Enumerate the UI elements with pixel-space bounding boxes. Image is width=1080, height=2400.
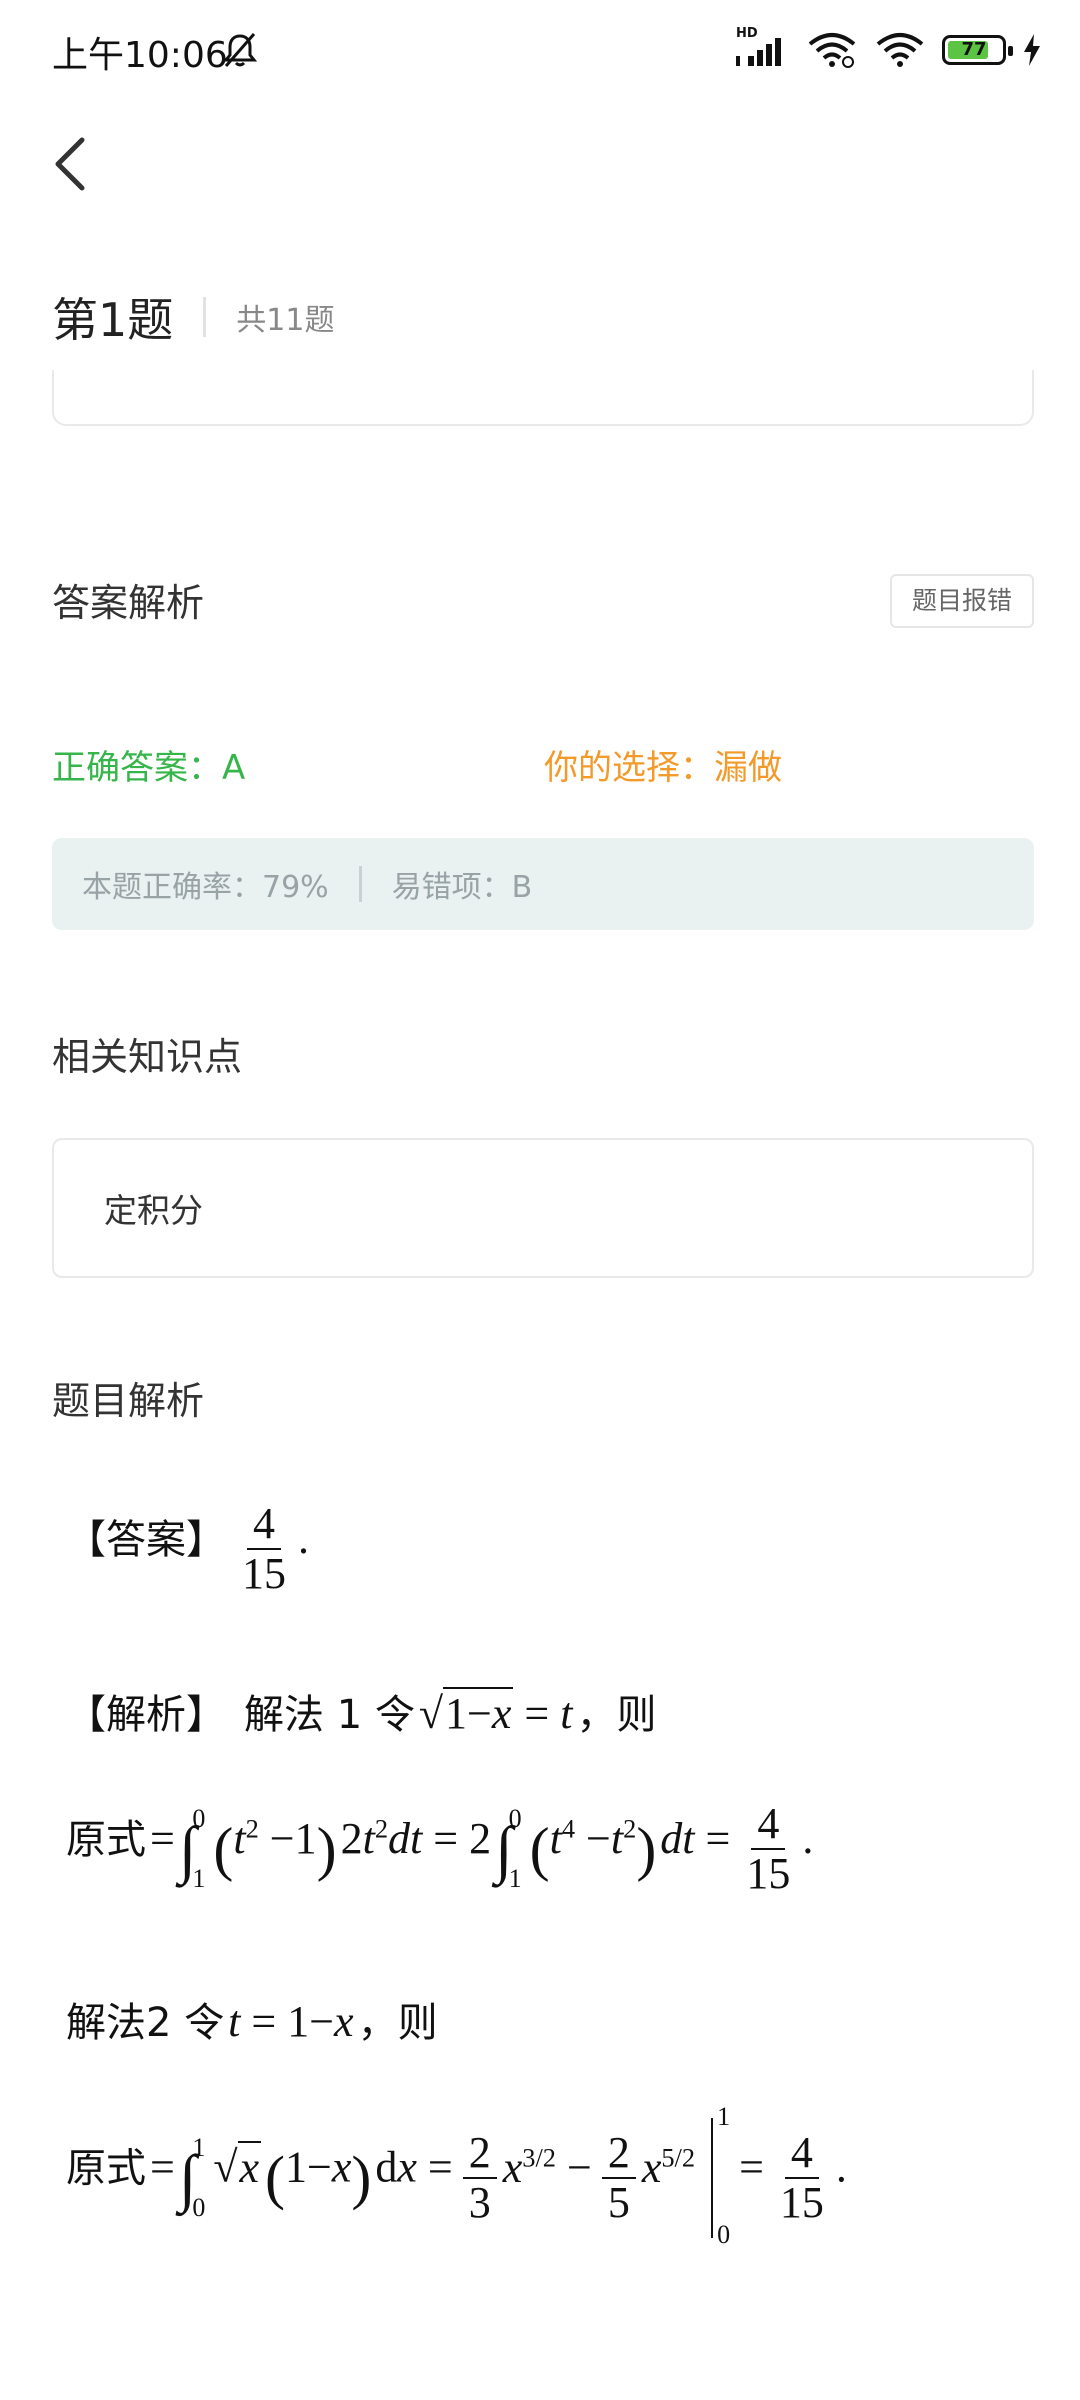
formula-method1: 原式 = ∫ 0 1 (t2 −1) 2t2dt = 2 ∫ 0 1 (t4 −t2) … [66,1799,814,1899]
yuanshi-label-1: 原式 [66,1817,146,1864]
stats-divider [358,866,362,902]
bell-muted-icon [222,33,258,67]
question-card [52,370,1034,426]
cell-signal-icon: HD [736,26,788,70]
method1-text: 解法 1 令 [244,1692,415,1738]
status-icons: HD 77 [736,26,1040,72]
answer-line: 【答案】 4 15 . [66,1499,309,1599]
header-divider [203,297,207,337]
your-choice: 你的选择：漏做 [544,748,782,788]
stats-box: 本题正确率：79% 易错项：B [52,838,1034,930]
status-bar: 上午10:06 HD 77 [0,0,1080,100]
question-analysis-title: 题目解析 [52,1379,205,1423]
answer-label: 【答案】 [66,1517,226,1564]
then-text: ，则 [576,1692,657,1738]
yuanshi-label-2: 原式 [66,2145,146,2192]
knowledge-title: 相关知识点 [52,1035,243,1079]
battery-level: 77 [961,39,987,60]
knowledge-item[interactable]: 定积分 [52,1138,1034,1278]
accuracy-rate: 本题正确率：79% [82,870,329,905]
then-text-2: ，则 [357,2000,438,2046]
method2-line: 解法2 令 t = 1−x ，则 [66,1997,438,2046]
common-error: 易错项：B [391,870,533,905]
formula-method2: 原式 = ∫ 1 0 √x (1−x) dx = 2 3 x3/2 − 2 5 x5/2 1… [66,2102,847,2249]
report-error-button[interactable]: 题目报错 [890,574,1034,628]
back-arrow-icon[interactable] [52,134,92,194]
question-total: 共11题 [236,303,335,338]
correct-answer: 正确答案：A [52,748,246,788]
status-time: 上午10:06 [52,35,228,76]
answer-analysis-title: 答案解析 [52,581,205,625]
answer-fraction: 4 15 [242,1499,286,1599]
method1-line: 【解析】 解法 1 令 √1−x = t ，则 [66,1687,657,1738]
question-title: 第1题 [52,293,174,347]
method2-text: 解法2 令 [66,2000,225,2046]
question-header: 第1题 共11题 [52,284,334,350]
battery-icon: 77 [942,35,1013,65]
wifi-icon [876,33,924,67]
jiexi-label: 【解析】 [66,1692,226,1738]
knowledge-item-label: 定积分 [104,1191,203,1230]
wifi-link-icon [808,33,856,68]
charging-bolt-icon [1024,34,1040,66]
